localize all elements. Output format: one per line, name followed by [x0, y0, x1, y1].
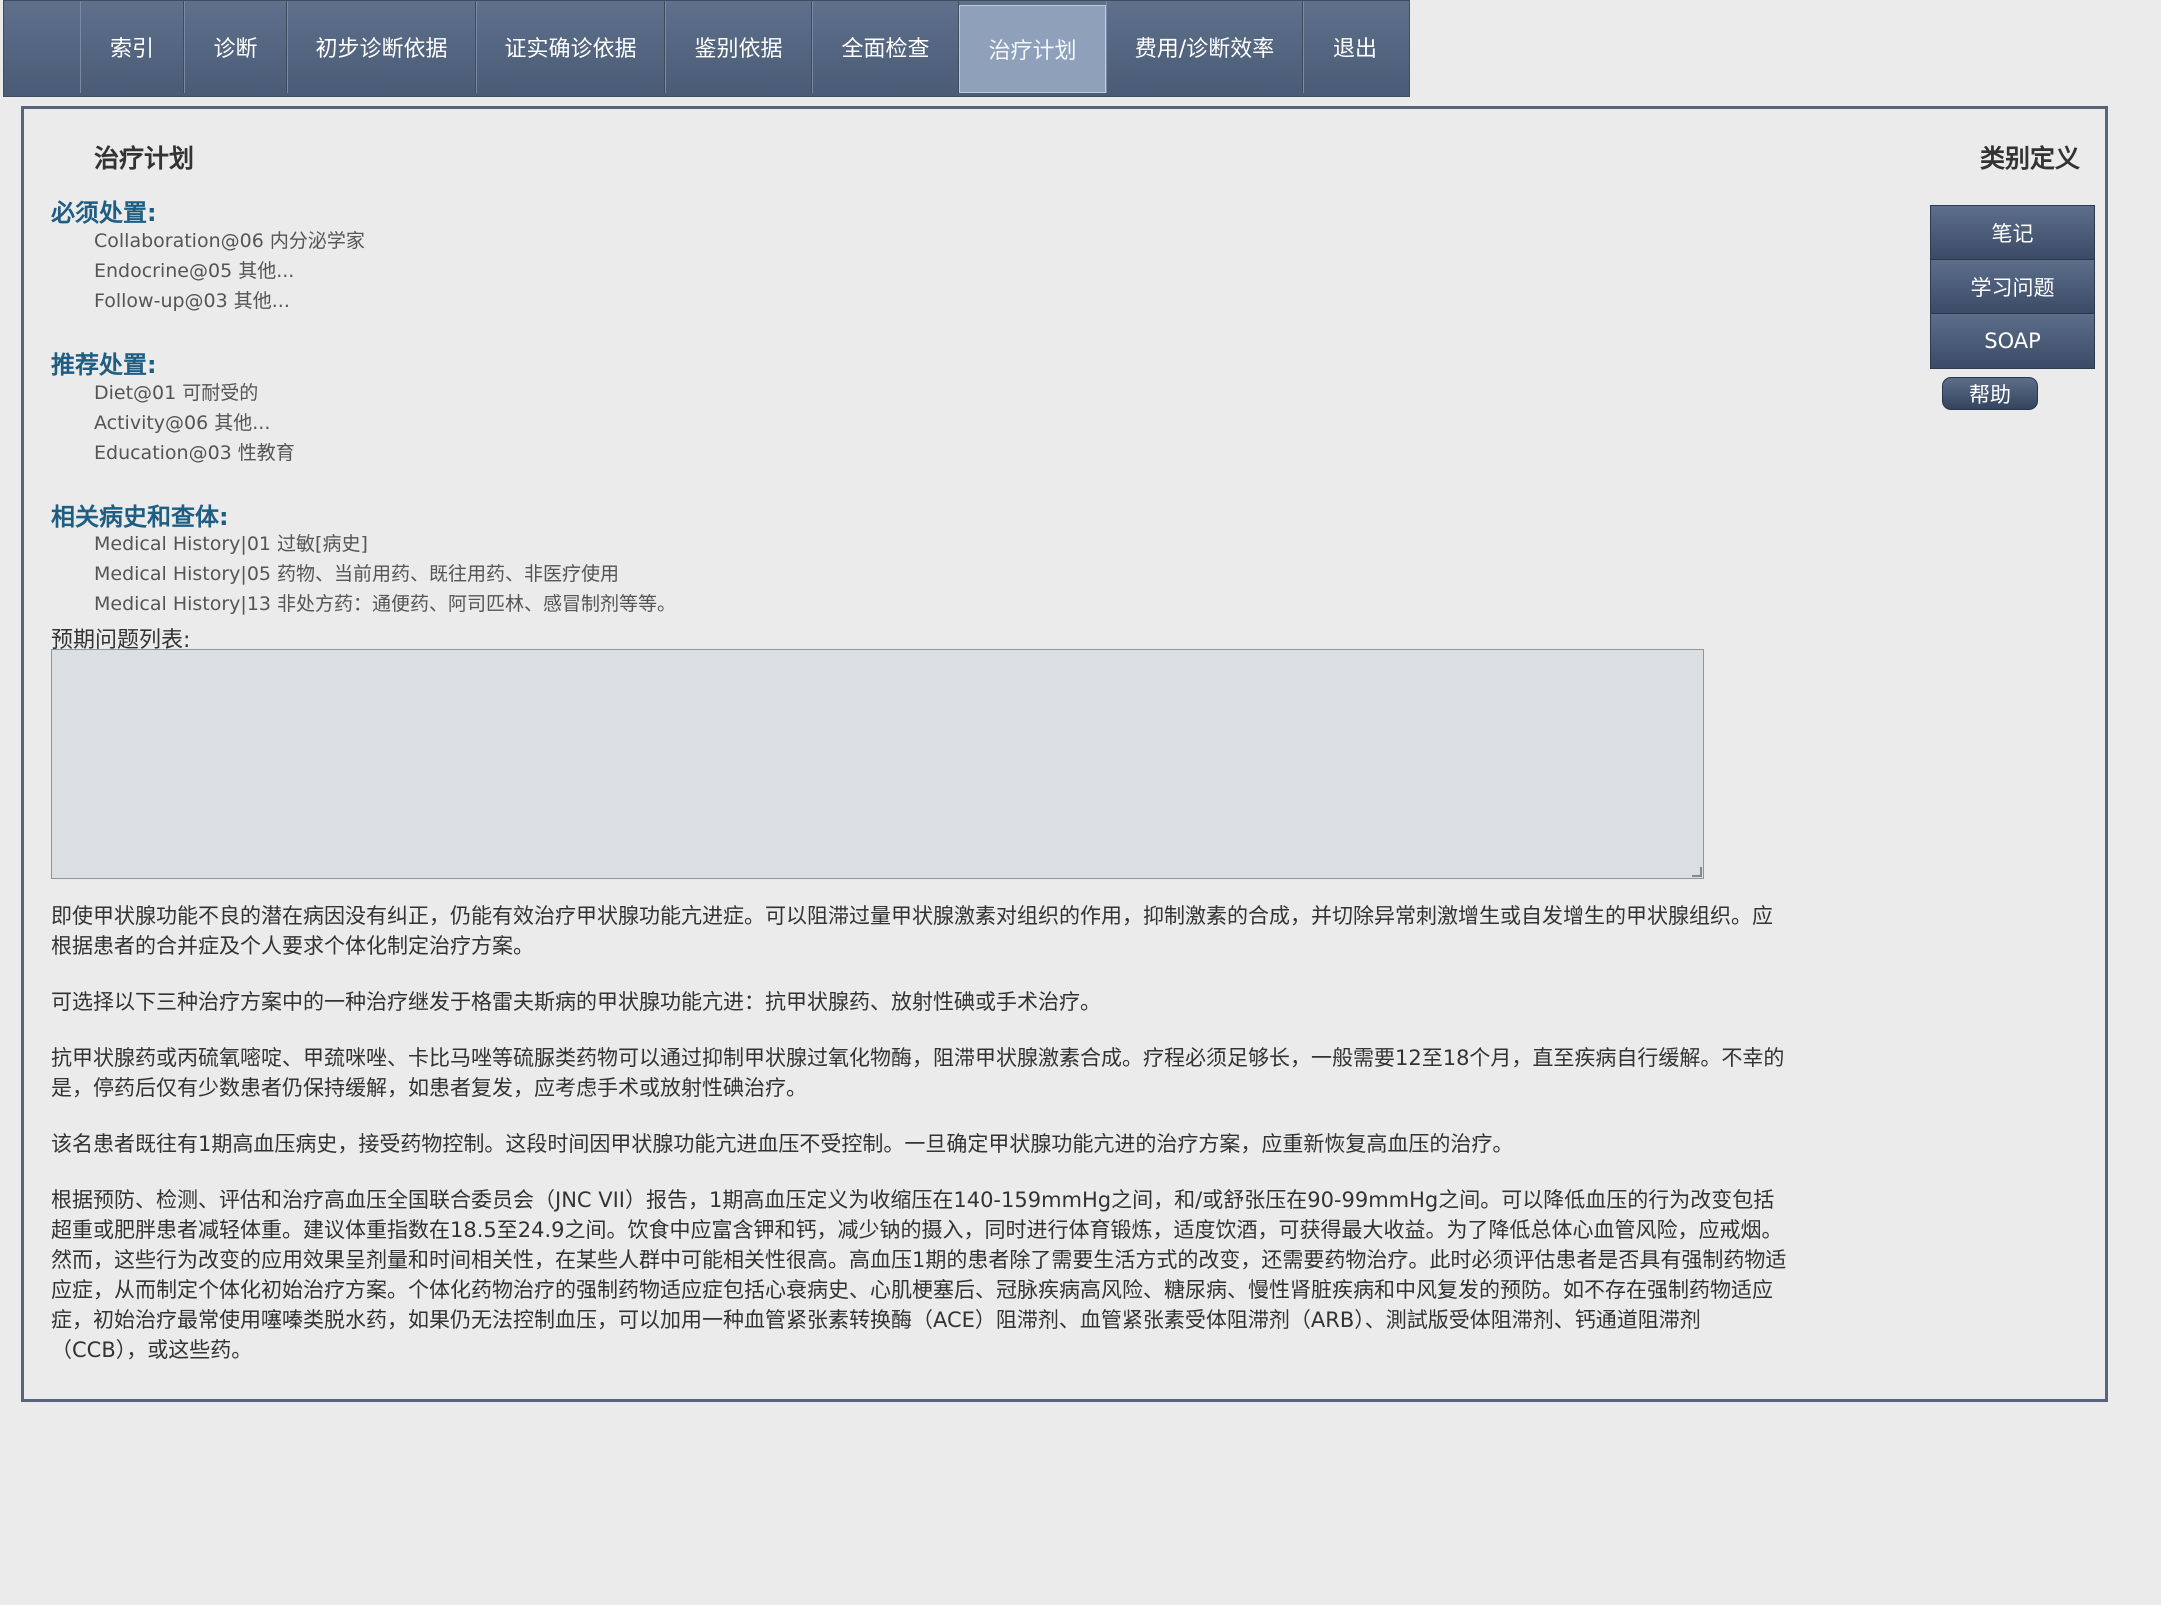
tab-diagnosis[interactable]: 诊断 [184, 1, 287, 93]
required-actions-heading: 必须处置: [51, 199, 157, 227]
related-history-heading: 相关病史和查体: [51, 503, 229, 531]
page-title: 治疗计划 [94, 144, 195, 173]
recommended-actions-heading: 推荐处置: [51, 351, 157, 379]
list-item: Follow-up@03 其他... [94, 290, 290, 312]
soap-button[interactable]: SOAP [1931, 314, 2094, 368]
list-item: Diet@01 可耐受的 [94, 382, 259, 404]
tab-treatment-plan[interactable]: 治疗计划 [959, 5, 1106, 93]
paragraph: 该名患者既往有1期高血压病史，接受药物控制。这段时间因甲状腺功能亢进血压不受控制… [51, 1132, 1514, 1156]
tab-confirmed-diagnosis-basis[interactable]: 证实确诊依据 [476, 1, 665, 93]
top-navigation: 索引 诊断 初步诊断依据 证实确诊依据 鉴别依据 全面检查 治疗计划 费用/诊断… [3, 0, 1410, 97]
list-item: Education@03 性教育 [94, 442, 295, 464]
tab-exit[interactable]: 退出 [1303, 1, 1406, 93]
list-item: Medical History|05 药物、当前用药、既往用药、非医疗使用 [94, 563, 620, 585]
expected-problems-textarea[interactable] [51, 649, 1704, 879]
notes-button[interactable]: 笔记 [1931, 206, 2094, 260]
list-item: Collaboration@06 内分泌学家 [94, 230, 365, 252]
paragraph: 抗甲状腺药或丙硫氧嘧啶、甲巯咪唑、卡比马唑等硫脲类药物可以通过抑制甲状腺过氧化物… [51, 1046, 1785, 1100]
help-button[interactable]: 帮助 [1942, 377, 2038, 410]
list-item: Endocrine@05 其他... [94, 260, 295, 282]
treatment-description: 即使甲状腺功能不良的潜在病因没有纠正，仍能有效治疗甲状腺功能亢进症。可以阻滞过量… [51, 901, 1791, 1391]
tab-full-examination[interactable]: 全面检查 [812, 1, 959, 93]
list-item: Medical History|01 过敏[病史] [94, 533, 368, 555]
tab-index[interactable]: 索引 [80, 1, 184, 93]
recommended-actions-list: Diet@01 可耐受的 Activity@06 其他... Education… [94, 378, 295, 468]
tab-differential-basis[interactable]: 鉴别依据 [665, 1, 812, 93]
category-definition-link[interactable]: 类别定义 [1980, 139, 2080, 175]
list-item: Activity@06 其他... [94, 412, 271, 434]
paragraph: 即使甲状腺功能不良的潜在病因没有纠正，仍能有效治疗甲状腺功能亢进症。可以阻滞过量… [51, 904, 1773, 958]
list-item: Medical History|13 非处方药：通便药、阿司匹林、感冒制剂等等。 [94, 593, 677, 615]
tab-preliminary-diagnosis-basis[interactable]: 初步诊断依据 [287, 1, 476, 93]
tab-cost-efficiency[interactable]: 费用/诊断效率 [1106, 1, 1303, 93]
required-actions-list: Collaboration@06 内分泌学家 Endocrine@05 其他..… [94, 226, 365, 316]
learning-issues-button[interactable]: 学习问题 [1931, 260, 2094, 314]
resize-grip-icon[interactable] [1692, 867, 1702, 877]
side-button-group: 笔记 学习问题 SOAP [1930, 205, 2095, 369]
treatment-plan-panel: 治疗计划 类别定义 必须处置: Collaboration@06 内分泌学家 E… [21, 106, 2108, 1402]
paragraph: 根据预防、检测、评估和治疗高血压全国联合委员会（JNC VII）报告，1期高血压… [51, 1188, 1787, 1362]
related-history-list: Medical History|01 过敏[病史] Medical Histor… [94, 529, 676, 619]
paragraph: 可选择以下三种治疗方案中的一种治疗继发于格雷夫斯病的甲状腺功能亢进：抗甲状腺药、… [51, 990, 1101, 1014]
